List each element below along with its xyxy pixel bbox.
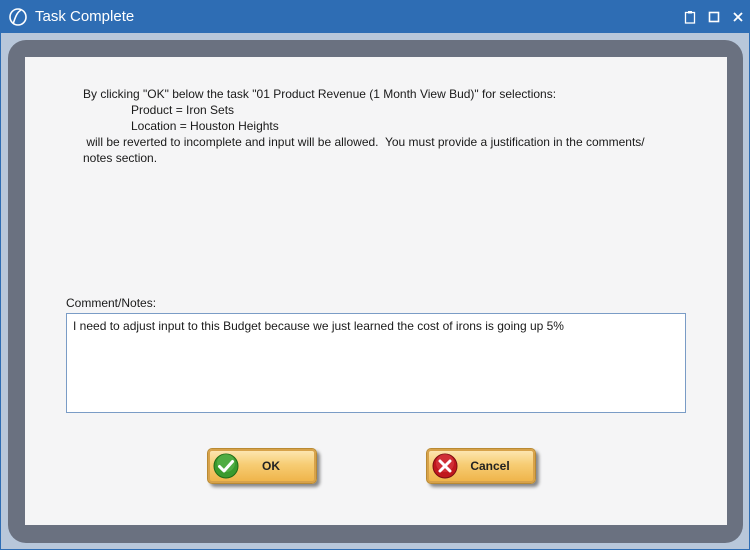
dialog-border: By clicking "OK" below the task "01 Prod… (8, 40, 743, 543)
clipboard-icon[interactable] (678, 5, 702, 29)
comment-label: Comment/Notes: (66, 296, 157, 310)
title-bar: Task Complete (0, 0, 750, 33)
message-location: Location = Houston Heights (131, 119, 279, 133)
ok-button-label: OK (262, 459, 280, 473)
checkmark-icon (212, 452, 240, 480)
cancel-button[interactable]: Cancel (426, 448, 536, 484)
ok-button[interactable]: OK (207, 448, 317, 484)
message-line: will be reverted to incomplete and input… (83, 135, 645, 149)
close-icon[interactable] (726, 5, 750, 29)
maximize-icon[interactable] (702, 5, 726, 29)
app-logo-icon (7, 6, 29, 28)
confirmation-message: By clicking "OK" below the task "01 Prod… (83, 86, 693, 166)
comment-textarea[interactable]: I need to adjust input to this Budget be… (66, 313, 686, 413)
message-line: notes section. (83, 151, 158, 165)
message-product: Product = Iron Sets (131, 103, 235, 117)
window-title: Task Complete (35, 8, 135, 25)
message-line: By clicking "OK" below the task "01 Prod… (83, 87, 557, 101)
window-frame: By clicking "OK" below the task "01 Prod… (0, 33, 750, 550)
x-icon (431, 452, 459, 480)
dialog-panel: By clicking "OK" below the task "01 Prod… (25, 57, 727, 525)
cancel-button-label: Cancel (470, 459, 510, 473)
